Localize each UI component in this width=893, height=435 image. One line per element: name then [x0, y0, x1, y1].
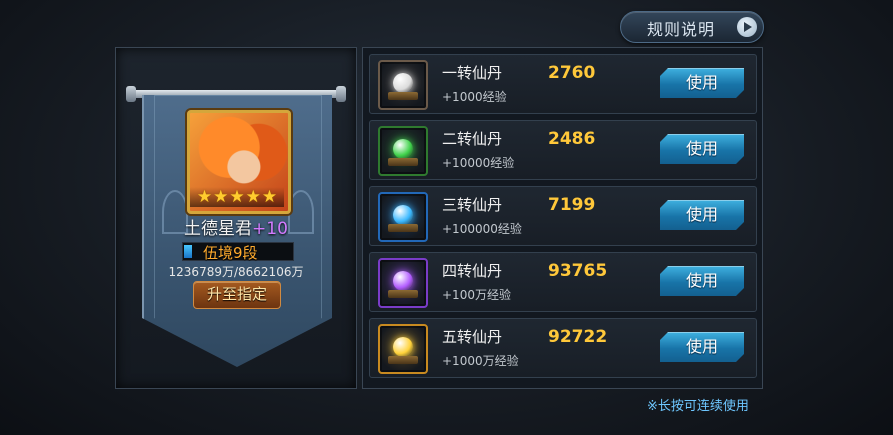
- pill-row-1: 一转仙丹 +1000经验 2760 使用: [369, 54, 757, 114]
- pill-row-3: 三转仙丹 +100000经验 7199 使用: [369, 186, 757, 246]
- star-icon: ★: [213, 187, 229, 207]
- pill-icon: [378, 126, 428, 176]
- rules-button[interactable]: 规则说明: [620, 11, 764, 43]
- realm-text: 伍境9段: [203, 244, 258, 262]
- star-icon: ★: [261, 187, 278, 207]
- use-button[interactable]: 使用: [660, 200, 744, 230]
- play-arrow-icon: [737, 17, 757, 37]
- pill-name: 三转仙丹: [442, 196, 503, 214]
- pill-orb: [393, 271, 413, 291]
- pill-list: 一转仙丹 +1000经验 2760 使用 二转仙丹 +10000经验 2486 …: [362, 47, 763, 389]
- pill-exp: +100万经验: [442, 288, 511, 302]
- star-icon: ★: [229, 187, 245, 207]
- use-button[interactable]: 使用: [660, 332, 744, 362]
- pill-row-4: 四转仙丹 +100万经验 93765 使用: [369, 252, 757, 312]
- pill-icon: [378, 258, 428, 308]
- pill-quantity: 2486: [548, 129, 596, 149]
- pill-exp: +100000经验: [442, 222, 522, 236]
- use-label: 使用: [685, 271, 718, 290]
- pill-orb: [393, 73, 413, 93]
- pill-exp: +1000经验: [442, 90, 507, 104]
- hero-name: 土德星君+10: [160, 214, 312, 239]
- realm-progress-fill: [184, 245, 192, 258]
- pill-icon: [378, 324, 428, 374]
- realm-progress-bar: 伍境9段: [182, 242, 294, 262]
- hero-name-text: 土德星君: [184, 219, 253, 239]
- pill-orb: [393, 337, 413, 357]
- pill-name: 二转仙丹: [442, 130, 503, 148]
- pill-quantity: 93765: [548, 261, 608, 281]
- pill-orb: [393, 139, 413, 159]
- pill-base: [388, 92, 418, 100]
- pill-quantity: 92722: [548, 327, 608, 347]
- star-icon: ★: [245, 187, 261, 207]
- promote-button[interactable]: 升至指定: [193, 281, 281, 309]
- hero-plus-level: +10: [252, 219, 288, 239]
- pill-quantity: 2760: [548, 63, 596, 83]
- pill-base: [388, 158, 418, 166]
- pill-name: 四转仙丹: [442, 262, 503, 280]
- pill-row-2: 二转仙丹 +10000经验 2486 使用: [369, 120, 757, 180]
- rules-label: 规则说明: [647, 20, 716, 39]
- hero-stars: ★ ★ ★ ★ ★: [190, 187, 284, 207]
- use-label: 使用: [685, 73, 718, 92]
- pill-exp: +10000经验: [442, 156, 515, 170]
- pill-row-5: 五转仙丹 +1000万经验 92722 使用: [369, 318, 757, 378]
- hero-panel: ★ ★ ★ ★ ★ 土德星君+10 伍境9段 1236789万/8662106万…: [115, 47, 357, 389]
- pill-exp: +1000万经验: [442, 354, 519, 368]
- use-label: 使用: [685, 205, 718, 224]
- star-icon: ★: [196, 187, 213, 207]
- use-label: 使用: [685, 139, 718, 158]
- use-label: 使用: [685, 337, 718, 356]
- pill-icon: [378, 60, 428, 110]
- pill-icon: [378, 192, 428, 242]
- use-button[interactable]: 使用: [660, 266, 744, 296]
- pill-orb: [393, 205, 413, 225]
- long-press-hint: ※长按可连续使用: [647, 399, 749, 414]
- pill-quantity: 7199: [548, 195, 596, 215]
- pill-base: [388, 290, 418, 298]
- pill-name: 五转仙丹: [442, 328, 503, 346]
- exp-text: 1236789万/8662106万: [168, 265, 304, 279]
- promote-label: 升至指定: [206, 285, 267, 303]
- pill-base: [388, 224, 418, 232]
- pill-name: 一转仙丹: [442, 64, 503, 82]
- pill-base: [388, 356, 418, 364]
- use-button[interactable]: 使用: [660, 68, 744, 98]
- use-button[interactable]: 使用: [660, 134, 744, 164]
